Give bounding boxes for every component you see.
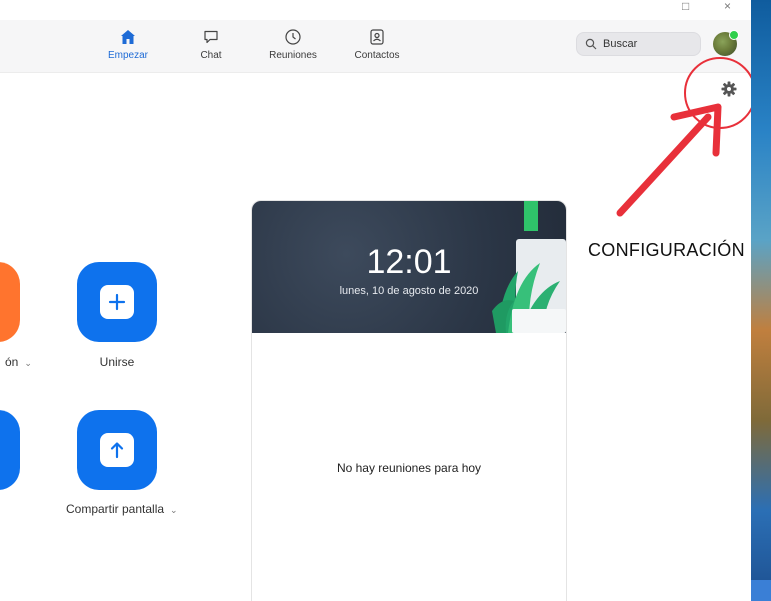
search-icon	[585, 38, 597, 50]
tab-reuniones[interactable]: Reuniones	[257, 28, 329, 61]
join-button[interactable]	[77, 262, 157, 342]
contacts-icon	[370, 29, 384, 45]
zoom-window: □ × Empezar Chat Reuniones Contactos Bus…	[0, 0, 751, 601]
tab-label: Empezar	[107, 50, 148, 61]
tab-chat[interactable]: Chat	[175, 28, 247, 61]
tab-label: Chat	[200, 50, 222, 61]
online-status-dot	[729, 30, 739, 40]
tab-empezar[interactable]: Empezar	[92, 28, 164, 61]
current-date: lunes, 10 de agosto de 2020	[339, 285, 479, 297]
no-meetings-message: No hay reuniones para hoy	[336, 461, 482, 475]
new-meeting-label: ón ⌄	[5, 355, 32, 369]
annotation-label: CONFIGURACIÓN	[588, 240, 745, 260]
meetings-card: 12:01 lunes, 10 de agosto de 2020 No hay…	[251, 200, 567, 601]
chevron-down-icon[interactable]: ⌄	[24, 358, 32, 368]
clock-icon	[285, 29, 301, 45]
annotation-arrow-icon	[616, 103, 722, 217]
desktop-wallpaper	[751, 0, 771, 601]
chat-icon	[204, 30, 218, 44]
share-screen-button[interactable]	[77, 410, 157, 490]
schedule-button[interactable]	[0, 410, 20, 490]
plant-illustration	[492, 201, 566, 333]
card-header: 12:01 lunes, 10 de agosto de 2020	[252, 201, 566, 333]
search-box[interactable]: Buscar	[576, 32, 701, 56]
maximize-icon[interactable]: □	[682, 0, 689, 12]
tab-label: Contactos	[354, 50, 400, 61]
tab-label: Reuniones	[269, 50, 317, 61]
share-screen-label: Compartir pantalla ⌄	[66, 502, 178, 516]
avatar[interactable]	[713, 30, 739, 56]
tab-contactos[interactable]: Contactos	[341, 28, 413, 61]
home-icon	[121, 30, 135, 44]
top-navigation: Empezar Chat Reuniones Contactos Buscar	[0, 20, 751, 73]
close-icon[interactable]: ×	[724, 0, 731, 12]
chevron-down-icon[interactable]: ⌄	[170, 505, 178, 515]
new-meeting-button[interactable]	[0, 262, 20, 342]
share-up-arrow-icon	[100, 433, 134, 467]
join-label: Unirse	[99, 355, 135, 369]
plus-icon	[100, 285, 134, 319]
title-bar: □ ×	[0, 0, 751, 20]
search-placeholder: Buscar	[603, 38, 638, 50]
